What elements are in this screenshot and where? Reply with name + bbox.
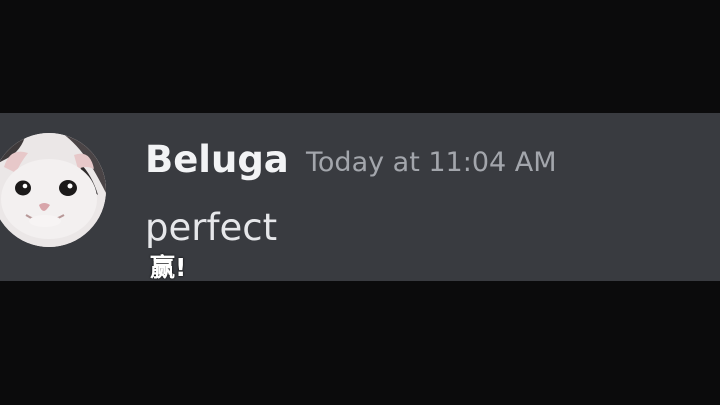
- message-text: perfect: [145, 206, 278, 249]
- chat-message: Beluga Today at 11:04 AM perfect 赢!: [0, 113, 720, 282]
- author-name[interactable]: Beluga: [145, 137, 289, 183]
- message-timestamp: Today at 11:04 AM: [306, 147, 557, 178]
- avatar[interactable]: [0, 133, 106, 247]
- video-frame: Beluga Today at 11:04 AM perfect 赢!: [0, 0, 720, 405]
- cat-avatar-icon: [0, 133, 106, 247]
- subtitle-caption: 赢!: [150, 253, 187, 282]
